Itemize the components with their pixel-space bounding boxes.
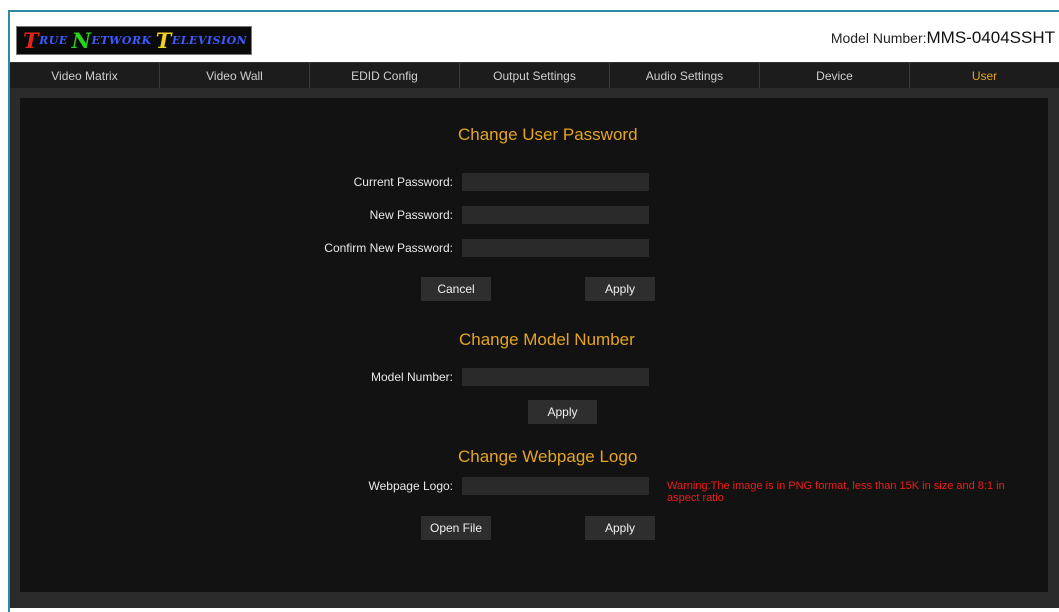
header: True Network Television Model Number:MMS… <box>10 12 1059 60</box>
model-number-display: Model Number:MMS-0404SSHT <box>831 28 1055 48</box>
webpage-logo-label: Webpage Logo: <box>368 479 453 493</box>
main-nav: Video Matrix Video Wall EDID Config Outp… <box>10 62 1059 89</box>
logo-word-rue: rue <box>39 34 68 47</box>
tab-audio-settings[interactable]: Audio Settings <box>610 63 760 89</box>
model-number-label: Model Number: <box>830 30 927 46</box>
logo-word-elevision: elevision <box>171 34 248 47</box>
logo-letter-t: T <box>23 28 40 53</box>
password-apply-button[interactable]: Apply <box>585 277 655 301</box>
current-password-field[interactable] <box>462 173 649 191</box>
confirm-password-label: Confirm New Password: <box>324 241 453 255</box>
cancel-button[interactable]: Cancel <box>421 277 491 301</box>
model-apply-button[interactable]: Apply <box>528 400 597 424</box>
model-number-field-label: Model Number: <box>370 370 453 384</box>
confirm-password-field[interactable] <box>462 239 649 257</box>
model-number-field[interactable] <box>462 368 649 386</box>
password-section-title: Change User Password <box>458 125 638 144</box>
tab-output-settings[interactable]: Output Settings <box>460 63 610 89</box>
current-password-label: Current Password: <box>353 175 453 189</box>
logo-warning-text: Warning:The image is in PNG format, less… <box>667 480 1005 504</box>
new-password-label: New Password: <box>369 208 453 222</box>
tab-video-wall[interactable]: Video Wall <box>160 63 310 89</box>
model-number-value: MMS-0404SSHT <box>926 28 1055 47</box>
model-section-title: Change Model Number <box>459 330 635 349</box>
logo-letter-n: N <box>71 28 92 53</box>
logo-apply-button[interactable]: Apply <box>585 516 655 540</box>
logo-word-etwork: etwork <box>91 34 152 47</box>
logo-section-title: Change Webpage Logo <box>458 447 638 466</box>
webpage-logo-field[interactable] <box>462 477 649 495</box>
logo-letter-t2: T <box>155 28 172 53</box>
tab-device[interactable]: Device <box>760 63 910 89</box>
tab-video-matrix[interactable]: Video Matrix <box>10 63 160 89</box>
open-file-button[interactable]: Open File <box>421 516 491 540</box>
new-password-field[interactable] <box>462 206 649 224</box>
tab-user[interactable]: User <box>910 63 1059 89</box>
brand-logo: True Network Television <box>16 26 252 55</box>
tab-edid-config[interactable]: EDID Config <box>310 63 460 89</box>
